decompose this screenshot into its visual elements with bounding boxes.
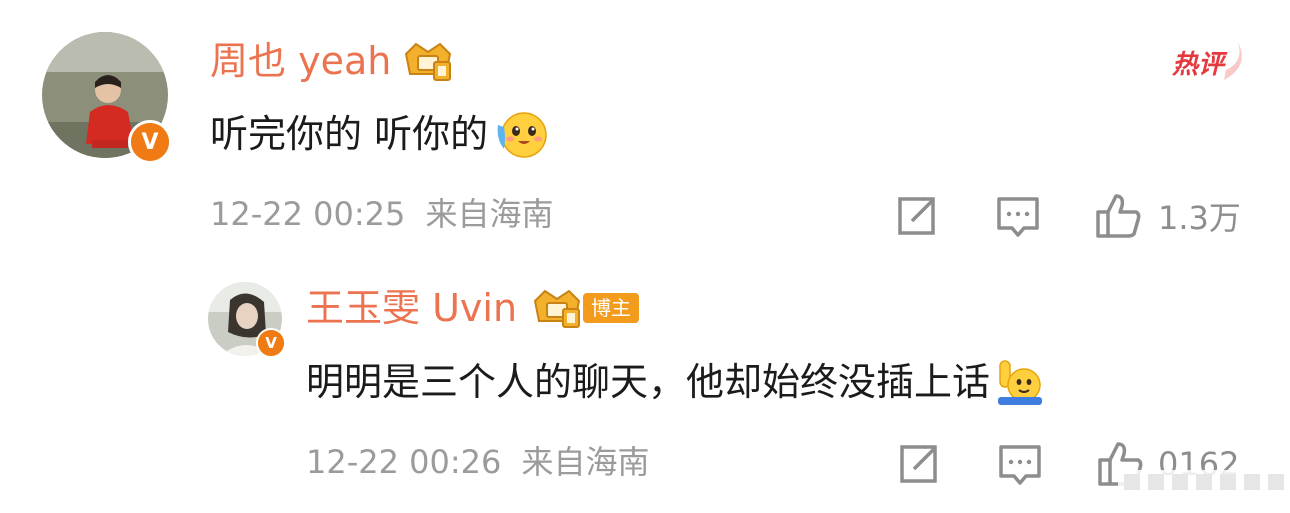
reply-text: 明明是三个人的聊天，他却始终没插上话 <box>306 360 991 404</box>
crown-medal-icon <box>529 287 585 329</box>
hot-comment-label: 热评 <box>1172 40 1252 84</box>
author-tag: 博主 <box>583 293 640 323</box>
verified-badge-icon: V <box>128 120 172 164</box>
like-button[interactable]: 1.3万 <box>1094 192 1241 240</box>
comment-location: 来自海南 <box>425 195 554 233</box>
cute-crying-emoji-icon <box>494 109 550 159</box>
crown-medal-icon <box>400 40 456 82</box>
hot-comment-text: 热评 <box>1172 50 1225 80</box>
repost-icon[interactable] <box>894 194 938 238</box>
comment-text: 听完你的 听你的 <box>210 112 489 156</box>
thumbs-up-icon <box>1094 192 1142 240</box>
comment-text-row: 听完你的 听你的 <box>210 108 550 160</box>
reply-comment-icon[interactable] <box>996 196 1040 240</box>
comment-meta: 12-22 00:25 来自海南 <box>210 192 554 236</box>
reply-location: 来自海南 <box>521 443 650 481</box>
verified-badge-icon: V <box>256 328 286 358</box>
raising-hand-emoji-icon <box>994 357 1046 407</box>
repost-icon[interactable] <box>896 442 940 486</box>
comment-time: 12-22 00:25 <box>210 195 406 233</box>
reply-time: 12-22 00:26 <box>306 443 502 481</box>
reply-comment-icon[interactable] <box>998 444 1042 488</box>
commenter-name[interactable]: 周也 yeah <box>210 36 391 86</box>
reply-text-row: 明明是三个人的聊天，他却始终没插上话 <box>306 356 1046 408</box>
reply-meta: 12-22 00:26 来自海南 <box>306 440 650 484</box>
replier-header: 王玉雯 Uvin 博主 <box>306 283 640 333</box>
replier-name[interactable]: 王玉雯 Uvin <box>306 283 517 333</box>
like-count: 1.3万 <box>1158 199 1241 237</box>
watermark-dots <box>1118 470 1290 496</box>
